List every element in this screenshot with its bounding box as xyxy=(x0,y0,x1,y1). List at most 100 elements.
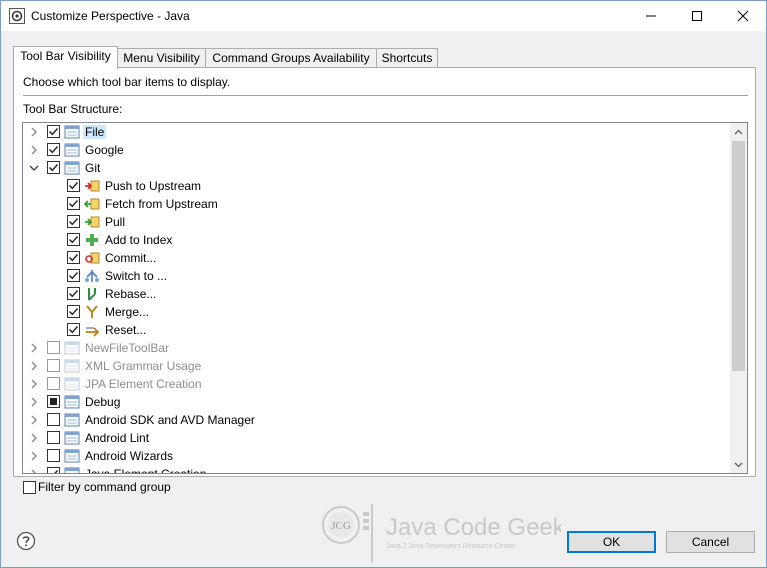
tree-checkbox[interactable] xyxy=(67,215,80,228)
tool-bar-structure-label: Tool Bar Structure: xyxy=(23,102,123,116)
tree-checkbox[interactable] xyxy=(47,449,60,462)
tree-group-row[interactable]: JPA Element Creation xyxy=(23,375,729,393)
tree-child-row[interactable]: Fetch from Upstream xyxy=(23,195,729,213)
tree-item-label: Fetch from Upstream xyxy=(105,197,218,211)
customize-perspective-dialog: Customize Perspective - Java Tool Bar Vi… xyxy=(0,0,767,568)
toolbar-icon xyxy=(64,143,80,157)
tree-item-label: Rebase... xyxy=(105,287,157,301)
tree-child-row[interactable]: Merge... xyxy=(23,303,729,321)
chevron-right-icon[interactable] xyxy=(28,342,40,354)
minimize-icon xyxy=(646,15,656,17)
tree-checkbox[interactable] xyxy=(67,197,80,210)
vertical-scrollbar[interactable] xyxy=(730,123,747,473)
tool-bar-visibility-panel: Choose which tool bar items to display. … xyxy=(13,67,756,477)
chevron-up-icon xyxy=(734,129,743,134)
tree-group-row[interactable]: NewFileToolBar xyxy=(23,339,729,357)
tree-checkbox[interactable] xyxy=(67,233,80,246)
cancel-button[interactable]: Cancel xyxy=(666,531,755,553)
tree-item-label: Merge... xyxy=(105,305,150,319)
filter-checkbox[interactable] xyxy=(23,481,36,494)
tree-child-row[interactable]: Switch to ... xyxy=(23,267,729,285)
tree-checkbox[interactable] xyxy=(47,143,60,156)
toolbar-icon xyxy=(64,377,80,391)
tree-item-label: Push to Upstream xyxy=(105,179,202,193)
tree-group-row[interactable]: Android Wizards xyxy=(23,447,729,465)
tree-checkbox[interactable] xyxy=(47,341,60,354)
tree-item-label: Android Lint xyxy=(85,431,150,445)
tree-child-row[interactable]: Commit... xyxy=(23,249,729,267)
toolbar-icon xyxy=(64,341,80,355)
tree-checkbox[interactable] xyxy=(47,413,60,426)
tree-group-row[interactable]: Google xyxy=(23,141,729,159)
tree-checkbox[interactable] xyxy=(47,125,60,138)
close-button[interactable] xyxy=(720,1,766,31)
tree-checkbox[interactable] xyxy=(67,323,80,336)
scroll-down-button[interactable] xyxy=(730,456,747,473)
chevron-down-icon[interactable] xyxy=(28,162,40,174)
chevron-right-icon[interactable] xyxy=(28,144,40,156)
tree-checkbox[interactable] xyxy=(67,179,80,192)
chevron-right-icon[interactable] xyxy=(28,360,40,372)
tab-menu-visibility[interactable]: Menu Visibility xyxy=(117,48,206,68)
commit-icon xyxy=(85,252,100,264)
tab-command-groups-availability[interactable]: Command Groups Availability xyxy=(205,48,377,68)
tree-checkbox[interactable] xyxy=(47,377,60,390)
close-icon xyxy=(737,10,749,22)
help-icon[interactable] xyxy=(16,531,36,551)
chevron-right-icon[interactable] xyxy=(28,126,40,138)
add-icon xyxy=(86,234,98,246)
tree-checkbox[interactable] xyxy=(47,467,60,473)
tree-item-label: Add to Index xyxy=(105,233,173,247)
tree-group-row[interactable]: Java Element Creation xyxy=(23,465,729,474)
tab-shortcuts[interactable]: Shortcuts xyxy=(376,48,438,68)
chevron-down-icon xyxy=(734,462,743,467)
title-bar: Customize Perspective - Java xyxy=(1,1,766,31)
chevron-right-icon[interactable] xyxy=(28,432,40,444)
filter-label: Filter by command group xyxy=(38,480,171,494)
tree-child-row[interactable]: Add to Index xyxy=(23,231,729,249)
chevron-right-icon[interactable] xyxy=(28,396,40,408)
tree-checkbox[interactable] xyxy=(47,431,60,444)
checkmark-icon xyxy=(49,146,59,154)
chevron-right-icon[interactable] xyxy=(28,414,40,426)
tree-group-row[interactable]: Git xyxy=(23,159,729,177)
tree-group-row[interactable]: File xyxy=(23,123,729,141)
tree-child-row[interactable]: Pull xyxy=(23,213,729,231)
tool-bar-structure-tree[interactable]: File Google Git Push to Upstream Fetch from … xyxy=(22,122,748,474)
tree-checkbox[interactable] xyxy=(47,395,60,408)
tree-checkbox[interactable] xyxy=(47,359,60,372)
maximize-button[interactable] xyxy=(674,1,720,31)
tree-checkbox[interactable] xyxy=(67,269,80,282)
tree-item-label: Android SDK and AVD Manager xyxy=(85,413,255,427)
tree-checkbox[interactable] xyxy=(67,305,80,318)
scroll-up-button[interactable] xyxy=(730,123,747,140)
chevron-right-icon[interactable] xyxy=(28,468,40,474)
tree-child-row[interactable]: Reset... xyxy=(23,321,729,339)
rebase-icon xyxy=(88,288,96,301)
tree-checkbox[interactable] xyxy=(47,161,60,174)
tree-child-row[interactable]: Push to Upstream xyxy=(23,177,729,195)
tree-checkbox[interactable] xyxy=(67,287,80,300)
tab-tool-bar-visibility[interactable]: Tool Bar Visibility xyxy=(13,46,118,69)
switch-icon xyxy=(85,270,99,282)
fetch-icon xyxy=(84,198,100,210)
tree-child-row[interactable]: Rebase... xyxy=(23,285,729,303)
tree-checkbox[interactable] xyxy=(67,251,80,264)
checkmark-icon xyxy=(69,326,79,334)
chevron-right-icon[interactable] xyxy=(28,378,40,390)
checkmark-icon xyxy=(69,272,79,280)
toolbar-icon xyxy=(64,125,80,139)
checkmark-icon xyxy=(69,290,79,298)
logo-tagline: Java 2 Java Developers Resource Center xyxy=(386,543,516,550)
checkmark-icon xyxy=(54,470,59,473)
tree-group-row[interactable]: Android Lint xyxy=(23,429,729,447)
tree-group-row[interactable]: XML Grammar Usage xyxy=(23,357,729,375)
chevron-right-icon[interactable] xyxy=(28,450,40,462)
scroll-thumb[interactable] xyxy=(732,141,745,371)
checkmark-icon xyxy=(69,308,79,316)
minimize-button[interactable] xyxy=(628,1,674,31)
tab-label: Command Groups Availability xyxy=(212,51,370,65)
ok-button[interactable]: OK xyxy=(567,531,656,553)
tree-group-row[interactable]: Android SDK and AVD Manager xyxy=(23,411,729,429)
tree-group-row[interactable]: Debug xyxy=(23,393,729,411)
